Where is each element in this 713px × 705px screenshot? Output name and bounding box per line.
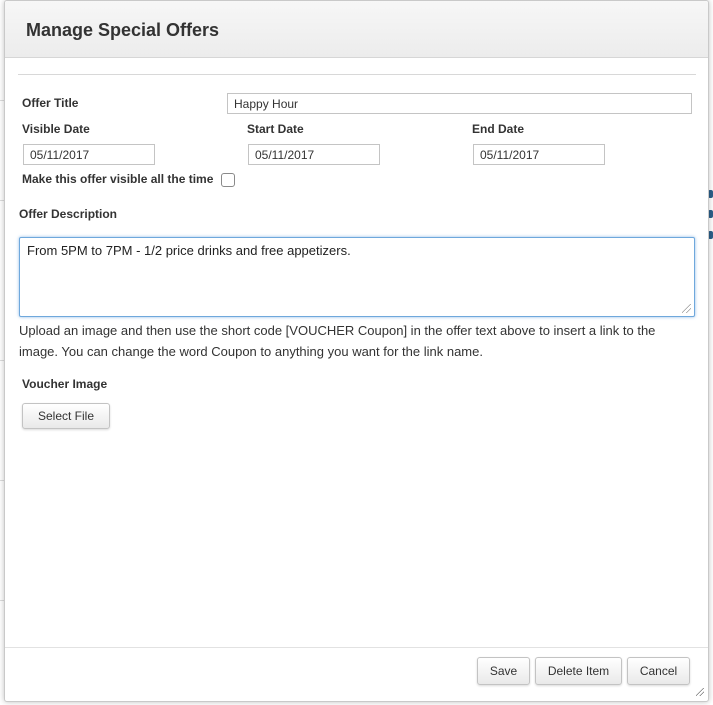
dialog-resize-handle[interactable] <box>696 688 704 696</box>
textarea-resize-handle[interactable] <box>682 304 691 313</box>
delete-item-button[interactable]: Delete Item <box>535 657 622 685</box>
dialog-header: Manage Special Offers <box>5 1 708 58</box>
voucher-image-label: Voucher Image <box>22 377 108 391</box>
visible-date-label: Visible Date <box>22 122 90 136</box>
save-button[interactable]: Save <box>477 657 530 685</box>
help-text: Upload an image and then use the short c… <box>19 323 656 359</box>
visible-date-input[interactable] <box>23 144 155 165</box>
end-date-label: End Date <box>472 122 525 136</box>
manage-offers-dialog: Manage Special Offers Offer Title Visibl… <box>4 0 709 702</box>
cancel-button[interactable]: Cancel <box>627 657 690 685</box>
form-divider <box>18 74 696 75</box>
footer-divider <box>5 647 708 648</box>
select-file-button[interactable]: Select File <box>22 403 110 429</box>
always-visible-label: Make this offer visible all the time <box>22 172 214 186</box>
start-date-label: Start Date <box>247 122 304 136</box>
dialog-title: Manage Special Offers <box>26 20 220 40</box>
offer-description-label: Offer Description <box>19 207 118 221</box>
always-visible-checkbox[interactable] <box>221 173 235 187</box>
offer-description-textarea[interactable]: From 5PM to 7PM - 1/2 price drinks and f… <box>19 237 695 317</box>
start-date-input[interactable] <box>248 144 380 165</box>
offer-title-label: Offer Title <box>22 96 79 110</box>
offer-title-input[interactable] <box>227 93 692 114</box>
end-date-input[interactable] <box>473 144 605 165</box>
